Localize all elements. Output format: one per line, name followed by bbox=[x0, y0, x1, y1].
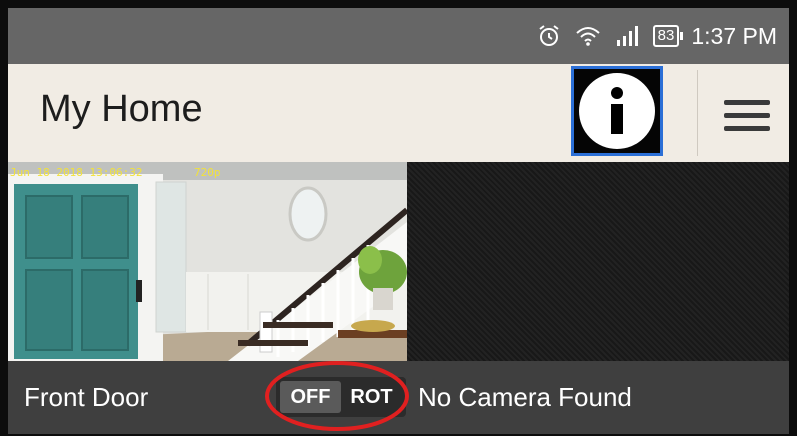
info-button[interactable] bbox=[571, 66, 663, 156]
divider bbox=[697, 70, 698, 156]
camera-name-label: Front Door bbox=[24, 382, 149, 412]
info-icon bbox=[579, 73, 655, 149]
status-bar: 83 1:37 PM bbox=[8, 8, 789, 64]
camera-feed-empty[interactable] bbox=[407, 162, 789, 361]
battery-icon: 83 bbox=[652, 25, 684, 47]
off-rot-toggle[interactable]: OFF ROT bbox=[276, 377, 406, 417]
signal-icon bbox=[615, 26, 639, 46]
no-camera-label: No Camera Found bbox=[418, 382, 632, 412]
app-bar: My Home bbox=[8, 64, 789, 162]
battery-level: 83 bbox=[652, 25, 680, 47]
hamburger-menu-icon[interactable] bbox=[718, 90, 776, 138]
page-title: My Home bbox=[40, 88, 203, 130]
camera-timestamp: Jun 18 2018 13:06:32 bbox=[10, 166, 143, 179]
camera-bottom-bar: Front Door OFF ROT No Camera Found bbox=[8, 361, 789, 434]
alarm-icon bbox=[537, 24, 561, 48]
camera-resolution: 720p bbox=[194, 166, 221, 179]
wifi-icon bbox=[575, 25, 601, 47]
toggle-off-button[interactable]: OFF bbox=[280, 381, 341, 413]
camera-feed-front-door[interactable]: Jun 18 2018 13:06:32 720p bbox=[8, 162, 407, 361]
camera-snapshot bbox=[8, 162, 407, 361]
toggle-rot-button[interactable]: ROT bbox=[341, 381, 402, 413]
status-time: 1:37 PM bbox=[691, 22, 777, 49]
